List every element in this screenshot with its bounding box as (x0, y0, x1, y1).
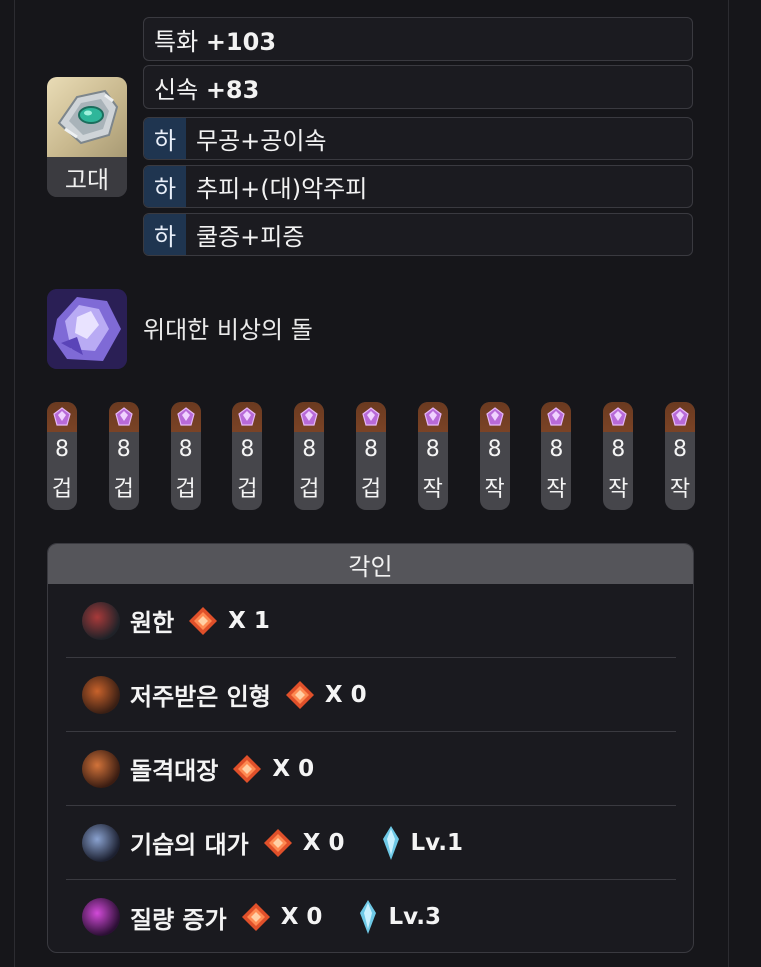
gem-slot[interactable]: 8작 (541, 402, 572, 510)
frame-right-border (728, 0, 729, 967)
gem-icon (603, 402, 634, 432)
engraving-panel: 각인 원한 X 1 저주받은 인형 X 0 돌격대장 X 0 기습의 대가 X 0 Lv.1 질량… (47, 543, 694, 953)
gem-slot[interactable]: 8겁 (356, 402, 386, 510)
gem-kind: 작 (422, 477, 443, 502)
accessory-icon (47, 77, 127, 157)
gem-kind: 겁 (51, 477, 73, 502)
ability-stone-name: 위대한 비상의 돌 (143, 316, 313, 344)
engraving-name: 기습의 대가 (130, 831, 249, 859)
engraving-icon (82, 601, 120, 640)
effect-label: 쿨증+피증 (196, 223, 305, 251)
stat-row-1: 특화 +103 (143, 17, 693, 61)
gem-kind: 작 (546, 477, 567, 502)
ability-stone-icon[interactable] (47, 289, 127, 369)
gem-kind: 작 (669, 477, 691, 502)
gem-level: 8 (487, 437, 502, 462)
engraving-name: 질량 증가 (130, 905, 227, 934)
engraving-count: X 0 (324, 681, 367, 708)
gem-slot[interactable]: 8겁 (108, 402, 139, 510)
gem-slot[interactable]: 8겁 (170, 402, 201, 510)
gem-level: 8 (611, 437, 626, 462)
ability-gem-icon (382, 825, 399, 860)
gem-kind: 작 (484, 477, 505, 502)
gem-kind: 겁 (175, 477, 196, 502)
engraving-row[interactable]: 원한 X 1 (66, 584, 676, 658)
relic-stone-icon (233, 754, 262, 783)
stat-text-2: 신속 +83 (154, 75, 260, 104)
gem-slot[interactable]: 8겁 (232, 402, 263, 510)
gem-icon (47, 402, 77, 432)
gem-slot[interactable]: 8작 (603, 402, 634, 510)
gem-kind: 작 (608, 477, 629, 502)
relic-stone-icon (241, 903, 270, 931)
engraving-name: 돌격대장 (130, 757, 219, 785)
engraving-icon (82, 823, 120, 862)
gem-icon (541, 402, 572, 432)
engraving-name: 저주받은 인형 (130, 683, 271, 711)
gem-slot[interactable]: 8작 (479, 402, 510, 510)
accessory-item[interactable]: 고대 (47, 77, 127, 197)
engraving-title: 각인 (48, 544, 693, 584)
gem-slot[interactable]: 8겁 (47, 402, 77, 510)
accessory-grade: 고대 (47, 157, 127, 197)
engraving-row[interactable]: 돌격대장 X 0 (66, 732, 676, 806)
engraving-name: 원한 (130, 609, 175, 637)
gem-slot[interactable]: 8겁 (294, 402, 325, 510)
gem-level: 8 (549, 437, 564, 462)
gem-icon (479, 402, 510, 432)
engraving-level: Lv.3 (388, 904, 441, 930)
relic-stone-icon (263, 828, 292, 857)
gem-level: 8 (178, 437, 193, 462)
relic-stone-icon (189, 606, 218, 635)
gem-icon (294, 402, 325, 432)
engraving-count: X 0 (272, 755, 315, 782)
gem-level: 8 (240, 437, 255, 462)
gem-kind: 겁 (113, 477, 134, 502)
engraving-icon (82, 898, 120, 936)
gem-level: 8 (116, 437, 131, 462)
engraving-icon (82, 675, 120, 714)
engraving-count: X 0 (302, 829, 345, 856)
gem-kind: 겁 (299, 477, 320, 502)
engraving-row[interactable]: 저주받은 인형 X 0 (66, 658, 676, 732)
engraving-level: Lv.1 (410, 829, 464, 856)
engraving-row[interactable]: 질량 증가 X 0 Lv.3 (66, 880, 676, 952)
effect-tier-badge: 하 (144, 118, 186, 159)
effect-tier-badge: 하 (144, 214, 186, 255)
gem-level: 8 (425, 437, 440, 462)
gem-icon (108, 402, 139, 432)
gem-icon (170, 402, 201, 432)
effect-row-3: 하 쿨증+피증 (143, 213, 693, 256)
gem-level: 8 (55, 437, 69, 462)
stat-text-1: 특화 +103 (154, 27, 277, 56)
gem-icon (356, 402, 386, 432)
gem-slot[interactable]: 8작 (665, 402, 695, 510)
stat-row-2: 신속 +83 (143, 65, 693, 109)
effect-tier-badge: 하 (144, 166, 186, 207)
engraving-count: X 0 (280, 904, 323, 930)
effect-label: 무공+공이속 (196, 127, 327, 155)
effect-row-1: 하 무공+공이속 (143, 117, 693, 160)
effect-row-2: 하 추피+(대)악주피 (143, 165, 693, 208)
gem-level: 8 (302, 437, 317, 462)
frame-left-border (14, 0, 15, 967)
gem-level: 8 (364, 437, 378, 462)
gem-kind: 겁 (360, 477, 382, 502)
gem-slot[interactable]: 8작 (417, 402, 448, 510)
engraving-icon (82, 749, 120, 788)
effect-label: 추피+(대)악주피 (196, 175, 368, 203)
gem-icon (665, 402, 695, 432)
engraving-row[interactable]: 기습의 대가 X 0 Lv.1 (66, 806, 676, 880)
ability-gem-icon (360, 900, 377, 934)
gem-kind: 겁 (237, 477, 258, 502)
gem-level: 8 (673, 437, 687, 462)
gem-icon (417, 402, 448, 432)
engraving-count: X 1 (228, 607, 270, 634)
relic-stone-icon (285, 680, 314, 709)
gem-icon (232, 402, 263, 432)
